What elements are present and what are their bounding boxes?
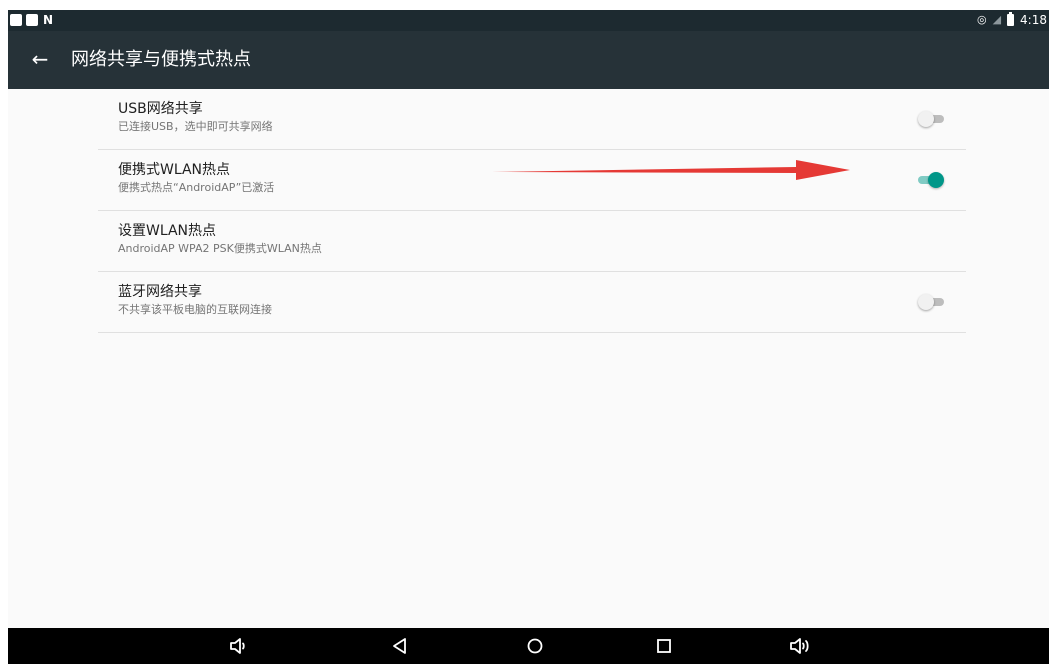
setting-title: 设置WLAN热点 [118,223,217,239]
volume-up-icon[interactable] [788,634,812,658]
no-signal-icon: ◢ [992,13,1002,26]
setting-title: USB网络共享 [118,101,203,117]
arrow-back-icon[interactable]: ← [28,47,52,71]
recents-square-icon[interactable] [652,634,676,658]
setting-configure-hotspot[interactable]: 设置WLAN热点 AndroidAP WPA2 PSK便携式WLAN热点 [98,211,966,272]
setting-summary: AndroidAP WPA2 PSK便携式WLAN热点 [118,242,322,255]
setting-summary: 便携式热点“AndroidAP”已激活 [118,181,275,194]
device-screen: N ◎ ◢ 4:18 ← 网络共享与便携式热点 USB网络共享 已连接USB，选… [8,10,1049,664]
setting-summary: 已连接USB，选中即可共享网络 [118,120,273,133]
annotation-arrow [492,160,850,180]
app-bar: ← 网络共享与便携式热点 [8,31,1049,89]
n-letter-icon: N [43,13,54,27]
notification-square-icon [26,14,38,26]
setting-title: 便携式WLAN热点 [118,162,231,178]
switch-thumb [928,172,944,188]
page-title: 网络共享与便携式热点 [71,49,251,70]
setting-usb-tethering[interactable]: USB网络共享 已连接USB，选中即可共享网络 [98,89,966,150]
portable-hotspot-switch[interactable] [918,172,944,188]
status-left-icons: N [10,14,53,26]
hotspot-icon: ◎ [976,13,987,26]
setting-title: 蓝牙网络共享 [118,284,202,300]
notification-square-icon [10,14,22,26]
usb-tethering-switch[interactable] [918,111,944,127]
status-right-icons: ◎ ◢ 4:18 [976,12,1047,27]
home-circle-icon[interactable] [523,634,547,658]
setting-summary: 不共享该平板电脑的互联网连接 [118,303,272,316]
setting-bluetooth-tethering[interactable]: 蓝牙网络共享 不共享该平板电脑的互联网连接 [98,272,966,333]
settings-list: USB网络共享 已连接USB，选中即可共享网络 便携式WLAN热点 便携式热点“… [98,89,966,333]
status-time: 4:18 [1020,13,1047,27]
volume-down-icon[interactable] [226,634,250,658]
navigation-bar [8,628,1049,664]
switch-thumb [918,294,934,310]
back-triangle-icon[interactable] [388,634,412,658]
switch-thumb [918,111,934,127]
status-bar: N ◎ ◢ 4:18 [8,10,1049,31]
battery-icon [1007,12,1015,26]
bluetooth-tethering-switch[interactable] [918,294,944,310]
